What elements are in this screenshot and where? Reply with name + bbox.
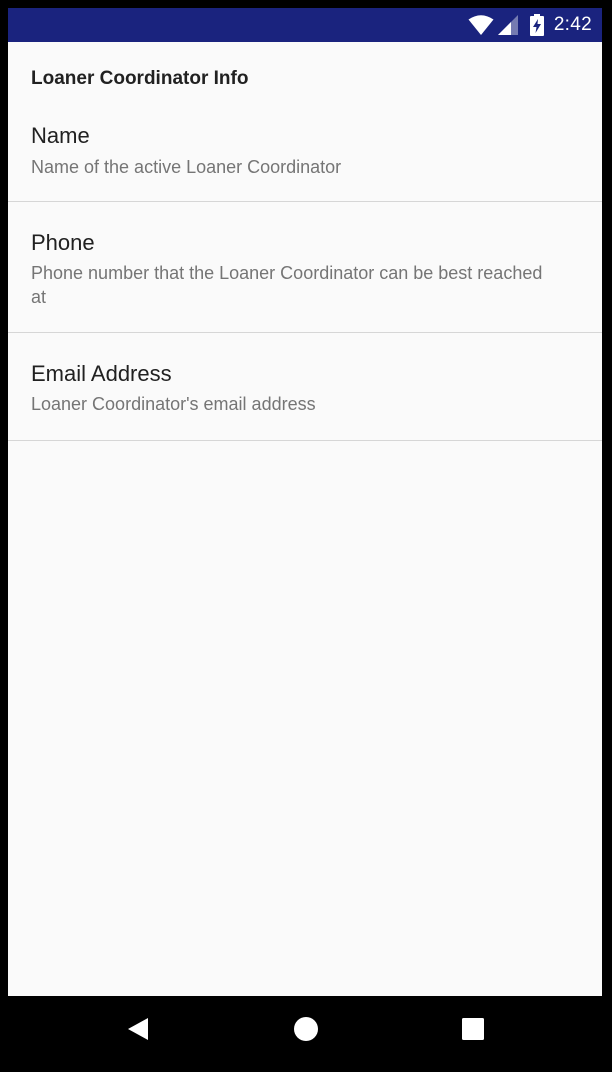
app-screen: 2:42 Loaner Coordinator Info Name Name o… — [8, 8, 602, 996]
recents-icon — [462, 1017, 484, 1045]
cell-signal-icon — [497, 15, 518, 35]
recents-button[interactable] — [445, 1008, 501, 1054]
preference-title: Email Address — [31, 361, 172, 386]
wifi-icon — [468, 15, 494, 35]
device-frame: 2:42 Loaner Coordinator Info Name Name o… — [0, 0, 612, 1072]
battery-charging-icon — [529, 14, 544, 36]
section-title: Loaner Coordinator Info — [31, 68, 249, 89]
status-icons: 2:42 — [468, 8, 592, 42]
preference-title: Name — [31, 123, 90, 148]
divider — [8, 440, 602, 441]
divider — [8, 332, 602, 333]
preference-title: Phone — [31, 230, 95, 255]
status-clock: 2:42 — [553, 14, 592, 35]
preference-summary: Name of the active Loaner Coordinator — [31, 157, 342, 177]
navigation-bar — [0, 996, 612, 1072]
home-button[interactable] — [278, 1008, 334, 1054]
preference-summary: Loaner Coordinator's email address — [31, 394, 316, 414]
divider — [8, 201, 602, 202]
home-icon — [293, 1016, 319, 1047]
preference-name[interactable]: Name Name of the active Loaner Coordinat… — [8, 111, 602, 201]
preference-summary: Phone number that the Loaner Coordinator… — [31, 263, 543, 307]
back-button[interactable] — [110, 1008, 166, 1054]
status-bar: 2:42 — [8, 8, 602, 42]
back-icon — [126, 1016, 150, 1047]
preference-phone[interactable]: Phone Phone number that the Loaner Coord… — [8, 218, 602, 332]
preference-email-address[interactable]: Email Address Loaner Coordinator's email… — [8, 349, 602, 439]
